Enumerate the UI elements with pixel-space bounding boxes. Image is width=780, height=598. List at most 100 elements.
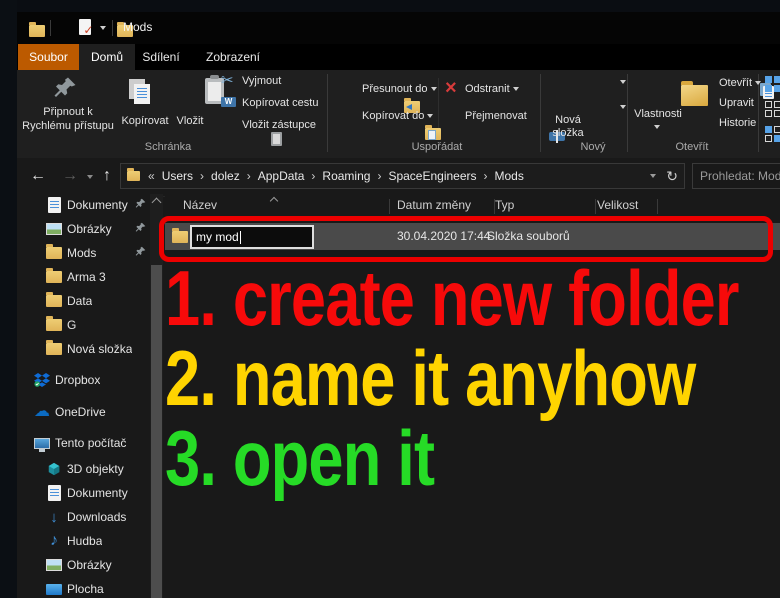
overlay-step-2: 2. name it anyhow bbox=[165, 334, 696, 422]
breadcrumb-roaming[interactable]: Roaming bbox=[322, 169, 370, 183]
paste-shortcut-button[interactable]: Vložit zástupce bbox=[242, 119, 316, 131]
column-divider[interactable] bbox=[389, 199, 390, 214]
cut-icon: ✂ bbox=[221, 72, 234, 89]
paste-shortcut-icon bbox=[270, 132, 282, 146]
delete-icon: × bbox=[445, 77, 457, 99]
column-header-size[interactable]: Velikost bbox=[597, 198, 638, 214]
desktop-icon bbox=[46, 583, 62, 595]
properties-button[interactable]: Vlastnosti bbox=[627, 108, 689, 120]
onedrive-cloud-icon: ☁ bbox=[34, 403, 50, 420]
column-header-type[interactable]: Typ bbox=[495, 198, 514, 214]
chevron-right-icon[interactable]: › bbox=[370, 169, 388, 183]
tab-share[interactable]: Sdílení bbox=[129, 44, 193, 70]
address-toolbar: ← → ↑ « Users › dolez › AppData › Roamin… bbox=[17, 158, 780, 197]
column-header-date[interactable]: Datum změny bbox=[397, 198, 471, 214]
qat-folder-icon[interactable] bbox=[29, 22, 45, 37]
inner-separator bbox=[438, 78, 439, 134]
breadcrumb-appdata[interactable]: AppData bbox=[258, 169, 305, 183]
open-label: Otevřít bbox=[719, 77, 753, 89]
pin-to-quick-access-button[interactable] bbox=[53, 75, 77, 106]
sidebar-item-dropbox[interactable]: Dropbox bbox=[17, 369, 166, 391]
forward-icon[interactable]: → bbox=[62, 168, 78, 184]
refresh-icon[interactable]: ↻ bbox=[666, 169, 678, 183]
sidebar-item-label: Dropbox bbox=[55, 373, 101, 387]
pin-button-label-1[interactable]: Připnout k bbox=[17, 106, 119, 118]
new-folder-label-1[interactable]: Nová bbox=[538, 114, 598, 126]
delete-button[interactable]: Odstranit bbox=[465, 83, 519, 95]
delete-label: Odstranit bbox=[465, 83, 510, 95]
qat-properties-icon[interactable]: ✓ bbox=[79, 19, 94, 37]
sidebar-item-tento-pocitac[interactable]: Tento počítač bbox=[17, 432, 166, 454]
navigation-pane: Dokumenty Obrázky Mods Arma 3 Data G Nov… bbox=[17, 194, 150, 598]
breadcrumb-overflow[interactable]: « bbox=[148, 169, 155, 183]
breadcrumb-mods[interactable]: Mods bbox=[495, 169, 524, 183]
edit-button[interactable]: Upravit bbox=[719, 97, 754, 109]
overlay-step-3: 3. open it bbox=[165, 414, 435, 502]
column-divider[interactable] bbox=[494, 199, 495, 214]
scrollbar-thumb[interactable] bbox=[151, 265, 162, 598]
download-arrow-icon: ↓ bbox=[50, 508, 58, 526]
column-divider[interactable] bbox=[657, 199, 658, 214]
recent-locations-icon[interactable] bbox=[87, 175, 93, 179]
copy-to-icon bbox=[424, 125, 441, 140]
document-icon bbox=[47, 197, 61, 213]
invert-selection-icon[interactable] bbox=[765, 126, 780, 142]
scroll-up-icon[interactable] bbox=[151, 197, 162, 208]
sidebar-item-label: G bbox=[67, 318, 77, 332]
copy-icon[interactable] bbox=[134, 84, 150, 104]
dropbox-icon bbox=[34, 373, 50, 387]
tab-view[interactable]: Zobrazení bbox=[197, 44, 269, 70]
new-folder-icon[interactable] bbox=[680, 81, 708, 106]
qat-separator-2 bbox=[112, 20, 113, 36]
annotation-rect bbox=[159, 216, 773, 262]
picture-icon bbox=[46, 223, 62, 235]
chevron-down-icon[interactable] bbox=[620, 105, 626, 109]
ribbon-tabs: Soubor Domů Sdílení Zobrazení bbox=[17, 44, 780, 70]
rename-button[interactable]: Přejmenovat bbox=[465, 110, 527, 122]
new-folder-label-2[interactable]: složka bbox=[538, 127, 598, 139]
history-button[interactable]: Historie bbox=[719, 117, 756, 129]
chevron-right-icon[interactable]: › bbox=[477, 169, 495, 183]
chevron-down-icon[interactable] bbox=[620, 80, 626, 84]
chevron-down-icon[interactable] bbox=[654, 125, 660, 129]
sidebar-item-label: Mods bbox=[67, 246, 97, 260]
copy-path-button[interactable]: Kopírovat cestu bbox=[242, 97, 318, 109]
copy-to-button[interactable]: Kopírovat do bbox=[362, 110, 434, 122]
sidebar-item-label: Downloads bbox=[67, 510, 127, 524]
cut-button[interactable]: Vyjmout bbox=[242, 75, 281, 87]
chevron-right-icon[interactable]: › bbox=[240, 169, 258, 183]
paste-button[interactable]: Vložit bbox=[165, 115, 215, 127]
sidebar-item-onedrive[interactable]: ☁ OneDrive bbox=[17, 401, 166, 423]
breadcrumb-spaceengineers[interactable]: SpaceEngineers bbox=[388, 169, 476, 183]
pin-icon bbox=[135, 246, 146, 256]
sidebar-item-label: OneDrive bbox=[55, 405, 106, 419]
back-icon[interactable]: ← bbox=[30, 168, 46, 184]
select-none-icon[interactable] bbox=[765, 101, 780, 117]
tab-file[interactable]: Soubor bbox=[18, 44, 79, 70]
sidebar-item-label: Obrázky bbox=[67, 222, 112, 236]
check-icon: ✓ bbox=[83, 23, 94, 37]
tab-home[interactable]: Domů bbox=[79, 44, 135, 70]
move-to-button[interactable]: Přesunout do bbox=[362, 83, 437, 95]
search-input[interactable]: Prohledat: Mods bbox=[692, 163, 780, 189]
qat-dropdown-icon[interactable] bbox=[100, 26, 106, 30]
breadcrumb-dolez[interactable]: dolez bbox=[211, 169, 240, 183]
chevron-right-icon[interactable]: › bbox=[304, 169, 322, 183]
folder-icon bbox=[46, 244, 62, 259]
sidebar-item-label: Dokumenty bbox=[67, 486, 128, 500]
chevron-right-icon[interactable]: › bbox=[193, 169, 211, 183]
computer-icon bbox=[34, 437, 50, 452]
window-title: Mods bbox=[123, 20, 153, 34]
up-icon[interactable]: ↑ bbox=[103, 168, 111, 184]
breadcrumb-users[interactable]: Users bbox=[162, 169, 193, 183]
screen: ✓ Mods Soubor Domů Sdílení Zobrazení Při… bbox=[0, 0, 780, 598]
column-divider[interactable] bbox=[595, 199, 596, 214]
pin-button-label-2[interactable]: Rychlému přístupu bbox=[17, 120, 119, 132]
address-input[interactable]: « Users › dolez › AppData › Roaming › Sp… bbox=[120, 163, 685, 189]
select-all-icon[interactable] bbox=[765, 76, 780, 92]
folder-icon bbox=[46, 340, 62, 355]
sidebar-item-label: 3D objekty bbox=[67, 462, 124, 476]
open-button[interactable]: Otevřít bbox=[719, 77, 762, 89]
column-header-name[interactable]: Název bbox=[183, 198, 217, 214]
address-dropdown-icon[interactable] bbox=[650, 174, 657, 178]
